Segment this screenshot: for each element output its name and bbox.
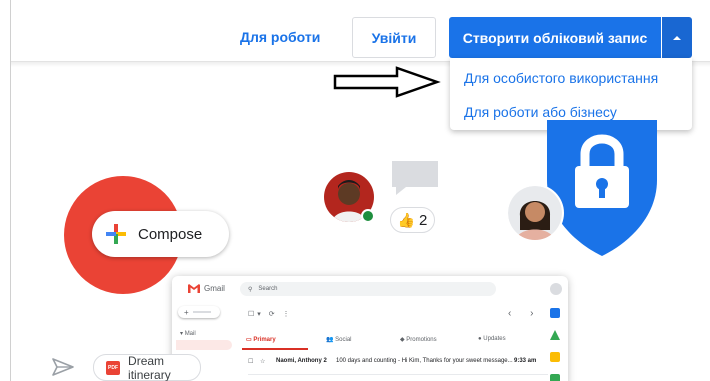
gmail-search-input[interactable]: ⚲ Search — [240, 282, 496, 296]
attachment-chip: PDF Dream itinerary — [93, 354, 201, 381]
keep-icon[interactable] — [550, 352, 560, 362]
annotation-arrow-icon — [333, 66, 441, 98]
compose-label: Compose — [138, 225, 203, 243]
gmail-compose-button[interactable]: + — [178, 306, 220, 318]
avatar-woman — [508, 186, 562, 240]
online-status-icon — [361, 209, 375, 223]
gmail-logo-text: Gmail — [204, 284, 225, 293]
tab-social[interactable]: 👥 Social — [326, 336, 351, 343]
row-time: 9:33 am — [514, 358, 537, 364]
dropdown-item-personal[interactable]: Для особистого використання — [464, 70, 658, 86]
tab-promotions[interactable]: ◆ Promotions — [400, 336, 437, 343]
gmail-logo: Gmail — [188, 284, 225, 293]
tasks-icon[interactable] — [550, 374, 560, 381]
tab-updates[interactable]: ● Updates — [478, 336, 506, 342]
gmail-m-icon — [188, 284, 200, 293]
gmail-preview-window: Gmail ⚲ Search + ▾ Mail ☐▾ ⟳ ⋮ ‹ › ▭ Pri… — [172, 276, 568, 381]
for-work-link[interactable]: Для роботи — [240, 29, 320, 45]
send-icon — [52, 358, 74, 376]
search-icon: ⚲ — [248, 286, 253, 293]
gmail-search-placeholder: Search — [258, 286, 278, 292]
create-account-button[interactable]: Створити обліковий запис — [449, 17, 661, 58]
chat-bubble-icon — [392, 161, 438, 195]
star-icon[interactable]: ☆ — [260, 358, 265, 365]
gmail-inbox-item[interactable] — [176, 340, 232, 350]
plus-icon — [106, 224, 126, 244]
row-sender: Naomi, Anthony 2 — [276, 358, 327, 364]
calendar-icon[interactable] — [550, 308, 560, 318]
gmail-toolbar: ☐▾ ⟳ ⋮ — [248, 311, 293, 318]
drive-icon[interactable] — [550, 330, 560, 340]
attachment-name: Dream itinerary — [128, 353, 171, 381]
active-tab-indicator — [242, 348, 308, 350]
gmail-pagination[interactable]: ‹ › — [508, 308, 541, 319]
gmail-mail-label: ▾ Mail — [180, 331, 196, 337]
gmail-category-tabs: ▭ Primary 👥 Social ◆ Promotions ● Update… — [242, 332, 546, 348]
login-button[interactable]: Увійти — [352, 17, 436, 58]
thumbs-up-icon: 👍 — [397, 211, 416, 228]
gmail-account-avatar[interactable] — [550, 283, 562, 295]
dropdown-item-business[interactable]: Для роботи або бізнесу — [464, 104, 617, 120]
tab-primary[interactable]: ▭ Primary — [246, 336, 276, 343]
create-account-menu-toggle[interactable] — [662, 17, 692, 58]
security-shield-icon — [547, 120, 657, 256]
pdf-icon: PDF — [106, 360, 121, 375]
compose-button[interactable]: Compose — [92, 211, 229, 257]
caret-up-icon — [673, 35, 681, 40]
row-checkbox[interactable]: ☐ — [248, 358, 253, 365]
row-subject: 100 days and counting - Hi Kim, Thanks f… — [336, 358, 513, 364]
likes-reaction: 👍 2 — [390, 207, 435, 233]
likes-count: 2 — [419, 211, 428, 229]
